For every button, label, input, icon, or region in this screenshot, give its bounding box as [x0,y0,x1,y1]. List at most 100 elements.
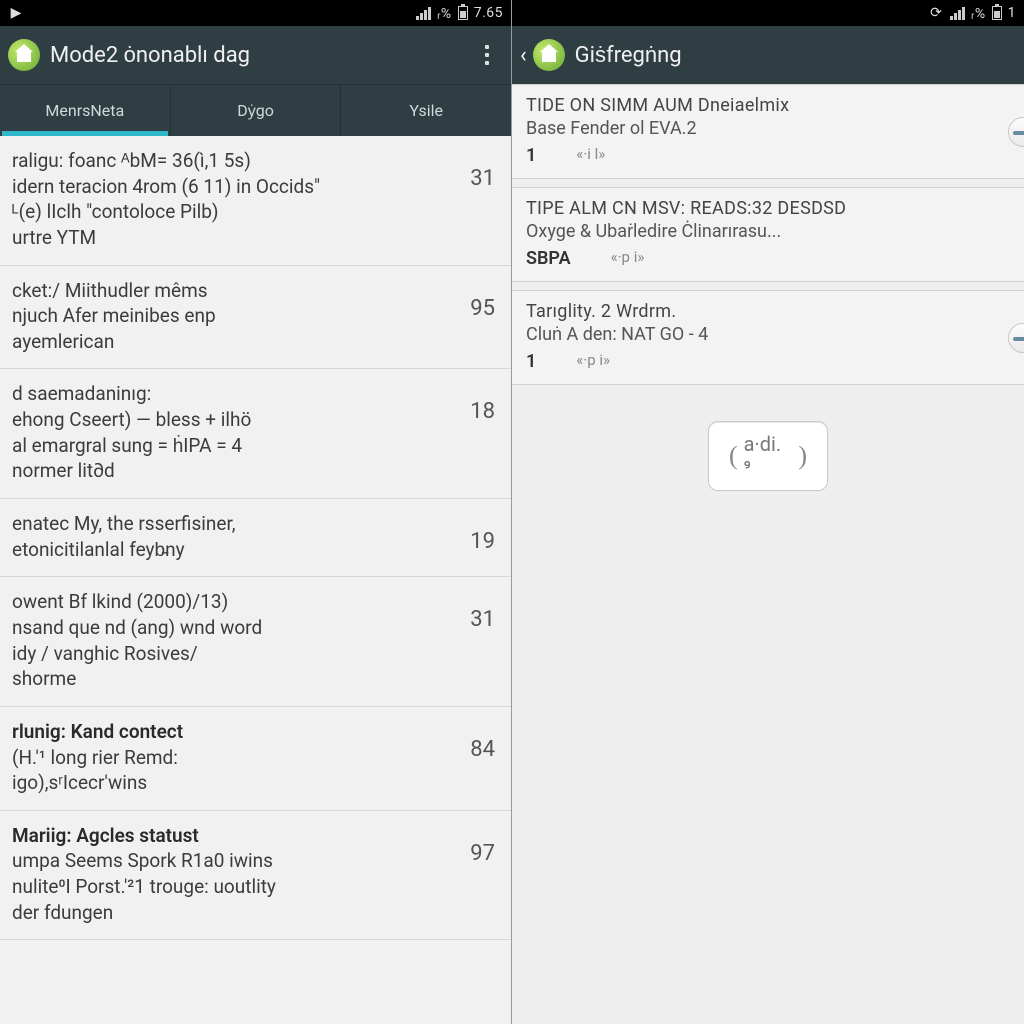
list-item-line: Mariig: Agcles statust [12,823,447,849]
status-bar: ▶ ᵣ% 7.65 [0,0,511,26]
card-meta: «·p i» [576,351,610,369]
list-item-line: ᴸ(e) lIclh "contoloce Pilb) [12,199,447,225]
footer-chip[interactable]: (a·di. ⁹) [708,421,828,491]
phone-left: ▶ ᵣ% 7.65 Mode2 ȯnonablı dag MenrsNeta D… [0,0,512,1024]
tab-label: Ysile [409,101,443,120]
paren-left-icon: ( [723,441,744,471]
list-item-line: etonicitilanlal feyb̵ny [12,537,447,563]
list-item-line: idy / vanghic Rosives/ [12,641,447,667]
card-meta-row: 1 «·p i» [526,347,1010,372]
list-item[interactable]: raligu: foanc ᴬbM= 36(ì,1 5s)idern terac… [0,136,511,266]
list-item-count: 84 [461,719,495,762]
card-meta: «·i l» [576,145,605,163]
status-time: 7.65 [474,5,503,21]
home-icon [542,52,556,62]
app-icon[interactable] [533,39,565,71]
card[interactable]: Tarıglity. 2 Wrdrm.Cluṅ A den: NAT GO - … [512,290,1024,385]
screen-title: Giṡfregṅng [575,42,1016,68]
list-item-text: rlunig: Kand contect(H.'¹ long rier Remd… [12,719,447,796]
paren-right-icon: ) [792,441,813,471]
list-item-line: normer lit∂d [12,458,447,484]
play-icon: ▶ [8,5,24,21]
card-title: Tarıglity. 2 Wrdrm. [526,301,1010,322]
card[interactable]: TIDE ON SIMM AUM DneiaelmixBase Fender o… [512,84,1024,179]
list-item-line: al emargral sung = ḣIPA = 4 [12,433,447,459]
footer-chip-label: a·di. ⁹ [744,432,793,480]
card-tag: 1 [526,351,536,372]
list-item-line: raligu: foanc ᴬbM= 36(ì,1 5s) [12,148,447,174]
list-item-line: rlunig: Kand contect [12,719,447,745]
list[interactable]: raligu: foanc ᴬbM= 36(ì,1 5s)idern terac… [0,136,511,1024]
list-item-count: 95 [461,278,495,321]
list-item-line: igo),sʳIcecr'wins [12,770,447,796]
status-pct: ᵣ% [971,5,986,22]
list-item-line: der fdungen [12,900,447,926]
list-item[interactable]: cket:/ Miithudler mêmsnjuch Afer meinibe… [0,266,511,370]
list-item-line: cket:/ Miithudler mêms [12,278,447,304]
minus-pill-icon[interactable] [1008,323,1024,353]
action-bar: Mode2 ȯnonablı dag [0,26,511,84]
card-subtitle: Base Fender ol EVA.2 [526,118,1010,139]
card-title: TIPE ALM CN MSV: READS:32 DESDSD [526,198,1010,219]
list-item-text: enatec My, the rsserfisiner,etonicitilan… [12,511,447,562]
card-meta-row: SBPA «·p i» [526,244,1010,269]
minus-pill-icon[interactable] [1008,117,1024,147]
tab-label: MenrsNeta [45,101,124,120]
list-item[interactable]: d saemadaninıg:ehong Cseert) — bless + i… [0,369,511,499]
list-item-count: 31 [461,148,495,191]
status-pct: ᵣ% [437,5,452,22]
card-subtitle: Cluṅ A den: NAT GO - 4 [526,324,1010,345]
card-tag: 1 [526,145,536,166]
tab-label: Dẏgo [237,101,274,121]
tab-ysile[interactable]: Ysile [340,85,511,136]
status-time: 1 [1008,5,1016,21]
battery-icon [458,6,468,20]
action-bar: ‹ Giṡfregṅng [512,26,1024,84]
list-item-line: urtre YTM [12,225,447,251]
sync-icon: ⟳ [928,5,944,21]
list-item-line: nulite⁰I Porst.'²1 trouge: uoutlity [12,874,447,900]
card-subtitle: Oxyge & Ubaṙledire Ċlinarırasu... [526,221,1010,242]
card[interactable]: TIPE ALM CN MSV: READS:32 DESDSDOxyge & … [512,187,1024,282]
list-item-text: owent Bf lkind (2000)/13)nsand que nd (a… [12,589,447,692]
list-item-count: 18 [461,381,495,424]
list-item-line: d saemadaninıg: [12,381,447,407]
tab-menrsneta[interactable]: MenrsNeta [0,85,170,136]
card-title: TIDE ON SIMM AUM Dneiaelmix [526,95,1010,116]
status-bar: ⟳ ᵣ% 1 [512,0,1024,26]
list-item[interactable]: rlunig: Kand contect(H.'¹ long rier Remd… [0,707,511,811]
list-item-text: d saemadaninıg:ehong Cseert) — bless + i… [12,381,447,484]
list-item-line: shorme [12,666,447,692]
list-item-text: cket:/ Miithudler mêmsnjuch Afer meinibe… [12,278,447,355]
battery-icon [992,6,1002,20]
list-item[interactable]: enatec My, the rsserfisiner,etonicitilan… [0,499,511,577]
list-item-line: owent Bf lkind (2000)/13) [12,589,447,615]
list-item[interactable]: Mariig: Agcles statustumpa Seems Spork R… [0,811,511,941]
list-item-count: 19 [461,511,495,554]
list-item-line: (H.'¹ long rier Remd: [12,745,447,771]
list-item-text: raligu: foanc ᴬbM= 36(ì,1 5s)idern terac… [12,148,447,251]
signal-icon [950,6,965,20]
tab-bar: MenrsNeta Dẏgo Ysile [0,84,511,136]
list-item[interactable]: owent Bf lkind (2000)/13)nsand que nd (a… [0,577,511,707]
card-meta: «·p i» [611,248,645,266]
list-item-text: Mariig: Agcles statustumpa Seems Spork R… [12,823,447,926]
overflow-menu-button[interactable] [471,35,503,75]
list-item-line: enatec My, the rsserfisiner, [12,511,447,537]
back-button[interactable]: ‹ [520,43,527,68]
card-meta-row: 1 «·i l» [526,141,1010,166]
phone-right: ⟳ ᵣ% 1 ‹ Giṡfregṅng TIDE ON SIMM AUM Dne… [512,0,1024,1024]
app-icon[interactable] [8,39,40,71]
list-item-line: umpa Seems Spork R1a0 iwins [12,848,447,874]
home-icon [17,52,31,62]
list-item-line: ehong Cseert) — bless + ilhö [12,407,447,433]
list-item-line: njuch Afer meinibes enp [12,303,447,329]
tab-dygo[interactable]: Dẏgo [170,85,341,136]
list-item-line: nsand que nd (ang) wnd word [12,615,447,641]
list-item-count: 31 [461,589,495,632]
card-tag: SBPA [526,248,571,269]
list-item-line: idern teracion 4rom (6 11) in Occids" [12,174,447,200]
card-list[interactable]: TIDE ON SIMM AUM DneiaelmixBase Fender o… [512,84,1024,1024]
screen-title: Mode2 ȯnonablı dag [50,42,461,68]
signal-icon [416,6,431,20]
